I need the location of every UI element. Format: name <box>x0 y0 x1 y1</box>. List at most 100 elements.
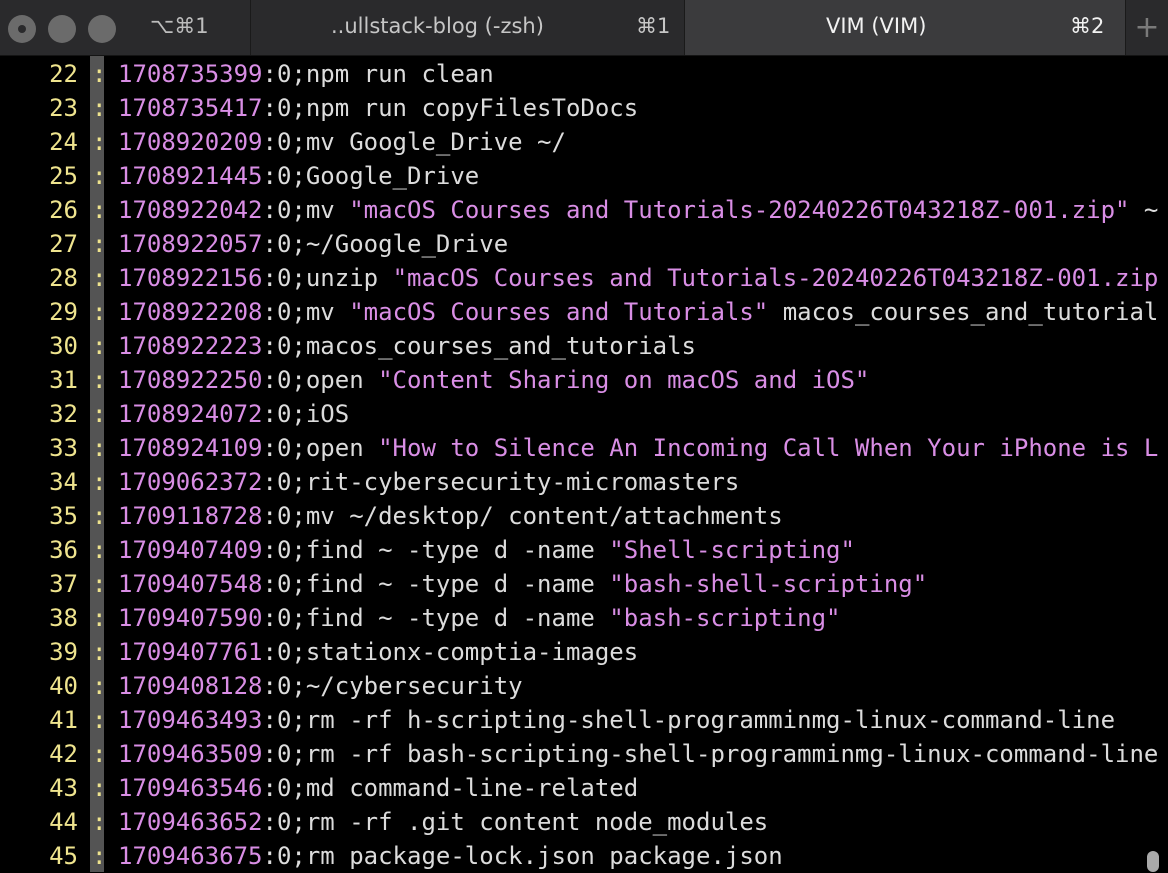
editor-line[interactable]: 42:1709463509:0;rm -rf bash-scripting-sh… <box>0 737 1158 771</box>
line-content: 1708735417:0;npm run copyFilesToDocs <box>118 91 638 125</box>
line-number: 33 <box>49 434 78 462</box>
line-number: 37 <box>49 570 78 598</box>
editor-line[interactable]: 33:1708924109:0;open "How to Silence An … <box>0 431 1158 465</box>
history-timestamp: 1708735417 <box>118 94 263 122</box>
editor-line[interactable]: 35:1709118728:0;mv ~/desktop/ content/at… <box>0 499 1140 533</box>
editor-line[interactable]: 34:1709062372:0;rit-cybersecurity-microm… <box>0 465 1140 499</box>
editor-line[interactable]: 28:1708922156:0;unzip "macOS Courses and… <box>0 261 1158 295</box>
line-number: 23 <box>49 94 78 122</box>
minimize-window-button[interactable] <box>48 15 76 43</box>
line-number: 31 <box>49 366 78 394</box>
line-number: 22 <box>49 60 78 88</box>
history-separator: :0; <box>262 468 306 496</box>
history-separator: :0; <box>262 672 306 700</box>
history-timestamp: 1709407761 <box>118 638 263 666</box>
history-separator: :0; <box>262 128 306 156</box>
editor-line[interactable]: 39:1709407761:0;stationx-comptia-images <box>0 635 1140 669</box>
editor-line[interactable]: 36:1709407409:0;find ~ -type d -name "Sh… <box>0 533 1140 567</box>
editor-line[interactable]: 31:1708922250:0;open "Content Sharing on… <box>0 363 1140 397</box>
line-content: 1708924072:0;iOS <box>118 397 349 431</box>
history-command: md command-line-related <box>305 774 639 802</box>
line-number: 32 <box>49 400 78 428</box>
history-separator: :0; <box>262 604 306 632</box>
fold-marker: : <box>92 502 107 530</box>
line-number: 41 <box>49 706 78 734</box>
history-timestamp: 1709062372 <box>118 468 263 496</box>
tab-1[interactable]: ⌥⌘1 <box>132 0 250 55</box>
fold-marker: : <box>92 638 107 666</box>
history-timestamp: 1708920209 <box>118 128 263 156</box>
history-command: find ~ -type d -name <box>305 570 610 598</box>
history-command: macos_courses_and_tutorials <box>305 332 696 360</box>
history-timestamp: 1709463493 <box>118 706 263 734</box>
editor-line[interactable]: 29:1708922208:0;mv "macOS Courses and Tu… <box>0 295 1158 329</box>
history-separator: :0; <box>262 808 306 836</box>
line-number: 28 <box>49 264 78 292</box>
editor-line[interactable]: 25:1708921445:0;Google_Drive <box>0 159 1140 193</box>
editor-line[interactable]: 23:1708735417:0;npm run copyFilesToDocs <box>0 91 1140 125</box>
fold-marker: : <box>92 128 107 156</box>
editor-line[interactable]: 22:1708735399:0;npm run clean <box>0 57 1140 91</box>
editor-line[interactable]: 45:1709463675:0;rm package-lock.json pac… <box>0 839 1140 873</box>
editor-line[interactable]: 38:1709407590:0;find ~ -type d -name "ba… <box>0 601 1140 635</box>
history-command: mv Google_Drive ~/ <box>305 128 566 156</box>
line-content: 1708922042:0;mv "macOS Courses and Tutor… <box>118 193 1158 227</box>
editor-line[interactable]: 44:1709463652:0;rm -rf .git content node… <box>0 805 1140 839</box>
tab-label: VIM (VIM) <box>826 14 927 38</box>
fold-marker: : <box>92 60 107 88</box>
editor-line[interactable]: 32:1708924072:0;iOS <box>0 397 1140 431</box>
history-timestamp: 1709118728 <box>118 502 263 530</box>
zoom-window-button[interactable] <box>88 15 116 43</box>
fold-marker: : <box>92 264 107 292</box>
line-content: 1708922208:0;mv "macOS Courses and Tutor… <box>118 295 1158 329</box>
history-separator: :0; <box>262 366 306 394</box>
history-timestamp: 1708735399 <box>118 60 263 88</box>
editor-line[interactable]: 24:1708920209:0;mv Google_Drive ~/ <box>0 125 1140 159</box>
editor-line[interactable]: 26:1708922042:0;mv "macOS Courses and Tu… <box>0 193 1158 227</box>
history-timestamp: 1709463675 <box>118 842 263 870</box>
history-separator: :0; <box>262 298 306 326</box>
fold-marker: : <box>92 162 107 190</box>
editor-line[interactable]: 43:1709463546:0;md command-line-related <box>0 771 1140 805</box>
vim-editor[interactable]: 22:1708735399:0;npm run clean 23:17087354… <box>0 56 1158 873</box>
history-timestamp: 1709407548 <box>118 570 263 598</box>
history-command: rm -rf h-scripting-shell-programminmg-li… <box>305 706 1116 734</box>
line-content: 1709463546:0;md command-line-related <box>118 771 638 805</box>
history-command: open <box>305 434 379 462</box>
history-separator: :0; <box>262 536 306 564</box>
scrollbar-track[interactable] <box>1146 56 1160 872</box>
quoted-string: "bash-scripting" <box>609 604 841 632</box>
line-content: 1708920209:0;mv Google_Drive ~/ <box>118 125 566 159</box>
line-content: 1709062372:0;rit-cybersecurity-micromast… <box>118 465 739 499</box>
tab-shortcut: ⌘1 <box>636 14 671 38</box>
line-content: 1709463493:0;rm -rf h-scripting-shell-pr… <box>118 703 1115 737</box>
tab-shortcut: ⌘2 <box>1070 14 1105 38</box>
new-tab-plus-icon[interactable]: + <box>1126 0 1168 55</box>
history-command: npm run copyFilesToDocs <box>305 94 639 122</box>
history-timestamp: 1708924109 <box>118 434 263 462</box>
history-command: rit-cybersecurity-micromasters <box>305 468 740 496</box>
close-window-button[interactable] <box>8 15 36 43</box>
history-separator: :0; <box>262 94 306 122</box>
history-timestamp: 1708922223 <box>118 332 263 360</box>
tab-vim-active[interactable]: VIM (VIM) ⌘2 <box>684 0 1126 55</box>
editor-line[interactable]: 41:1709463493:0;rm -rf h-scripting-shell… <box>0 703 1140 737</box>
history-command: ~/cybersecurity <box>305 672 523 700</box>
line-number: 39 <box>49 638 78 666</box>
line-number: 42 <box>49 740 78 768</box>
quoted-string: "macOS Courses and Tutorials" <box>349 298 769 326</box>
editor-line[interactable]: 27:1708922057:0;~/Google_Drive <box>0 227 1140 261</box>
line-content: 1708922223:0;macos_courses_and_tutorials <box>118 329 696 363</box>
scrollbar-thumb[interactable] <box>1147 851 1159 872</box>
editor-line[interactable]: 30:1708922223:0;macos_courses_and_tutori… <box>0 329 1140 363</box>
editor-line[interactable]: 40:1709408128:0;~/cybersecurity <box>0 669 1140 703</box>
history-command: find ~ -type d -name <box>305 536 610 564</box>
line-content: 1708735399:0;npm run clean <box>118 57 494 91</box>
tab-bar: ⌥⌘1 ..ullstack-blog (-zsh) ⌘1 VIM (VIM) … <box>0 0 1168 56</box>
line-content: 1708924109:0;open "How to Silence An Inc… <box>118 431 1158 465</box>
history-command: mv ~/desktop/ content/attachments <box>305 502 783 530</box>
editor-line[interactable]: 37:1709407548:0;find ~ -type d -name "ba… <box>0 567 1140 601</box>
line-number: 43 <box>49 774 78 802</box>
tab-zsh[interactable]: ..ullstack-blog (-zsh) ⌘1 <box>250 0 684 55</box>
history-command: ~/Google_Drive <box>305 230 509 258</box>
